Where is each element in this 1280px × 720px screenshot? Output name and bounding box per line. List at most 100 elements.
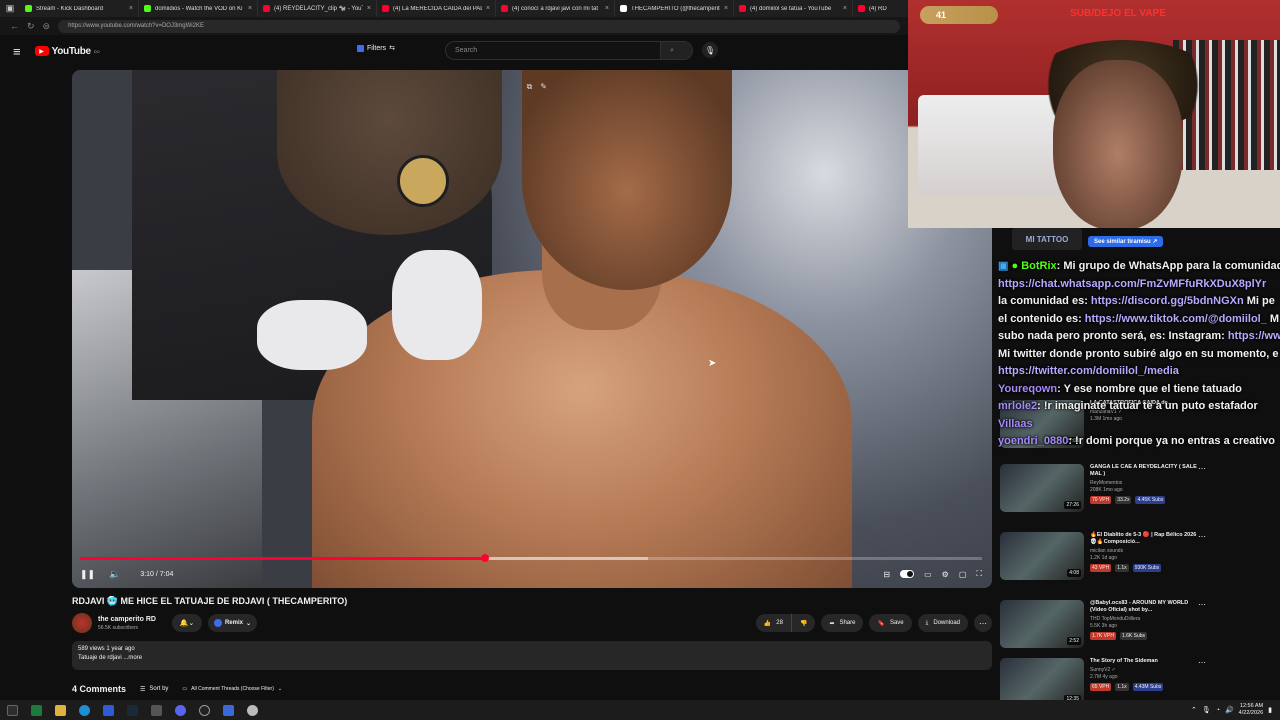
video-title[interactable]: GANGA LE CAE A REYDELACITY ( SALE MAL ) xyxy=(1090,464,1200,478)
chat-link[interactable]: https://discord.gg/5bdnNGXn xyxy=(1091,295,1244,307)
chat-username[interactable]: yoendri_0880 xyxy=(998,435,1068,447)
clock[interactable]: 12:56 AM 4/22/2026 xyxy=(1239,703,1263,717)
youtube-logo[interactable]: ▶ YouTube DO xyxy=(34,46,100,57)
chat-username[interactable]: mrlole2 xyxy=(998,400,1037,412)
video-channel[interactable]: THD TopMonduDiillera xyxy=(1090,616,1200,622)
edge-icon[interactable] xyxy=(72,700,96,720)
chat-username[interactable]: BotRix xyxy=(1021,260,1056,272)
avatar[interactable] xyxy=(72,613,92,633)
close-icon[interactable]: × xyxy=(843,5,847,12)
voice-search-button[interactable]: 🎙 xyxy=(702,42,718,58)
remix-button[interactable]: Remix ⌄ xyxy=(207,614,258,632)
chat-username[interactable]: Villaas xyxy=(998,418,1033,430)
more-icon[interactable]: ⋯ xyxy=(1198,658,1206,667)
dislike-button[interactable]: 👎 xyxy=(791,614,816,632)
autoplay-toggle[interactable] xyxy=(900,570,915,578)
microphone-icon[interactable]: 🎙 xyxy=(1202,706,1211,714)
video-channel[interactable]: SunnyV2 ✓ xyxy=(1090,667,1200,673)
chat-link[interactable]: https://ww xyxy=(1228,330,1280,342)
reload-icon[interactable]: ↻ xyxy=(27,21,35,32)
back-icon[interactable]: ← xyxy=(10,21,19,31)
search-button[interactable]: ⌕ xyxy=(660,42,692,59)
steam-icon[interactable] xyxy=(120,700,144,720)
subscribed-button[interactable]: 🔔 ⌄ xyxy=(171,614,202,632)
video-player[interactable]: ⧉ ✎ ➤ ❚❚ 🔈 3:10 / 7:04 ⊟ ▭ ⚙ ▢ ⛶ xyxy=(72,70,992,588)
chat-link[interactable]: https://www.tiktok.com/@domiilol_ xyxy=(1085,313,1267,325)
similar-tag[interactable]: See similar tiramisu ↗ xyxy=(1088,236,1164,247)
calendar-icon[interactable] xyxy=(216,700,240,720)
chat-link[interactable]: https://chat.whatsapp.com/FmZvMFfuRkXDuX… xyxy=(998,278,1266,290)
search-input[interactable]: Search xyxy=(455,47,660,54)
filters-button[interactable]: Filters ⇆ xyxy=(357,44,395,52)
stable-volume-icon[interactable]: ⊟ xyxy=(883,570,890,579)
more-icon[interactable]: ⋯ xyxy=(1198,600,1206,609)
menu-icon[interactable]: ≡ xyxy=(13,44,21,59)
more-actions-button[interactable]: ⋯ xyxy=(974,614,992,632)
close-icon[interactable]: × xyxy=(724,5,728,12)
terminal-icon[interactable] xyxy=(24,700,48,720)
chat-link[interactable]: https://twitter.com/domiilol_/media xyxy=(998,365,1179,377)
browser-tab[interactable]: (4) La MERECIDA CAIDA del PADR × xyxy=(377,0,496,17)
discord-icon[interactable] xyxy=(168,700,192,720)
settings-icon[interactable]: ⚙ xyxy=(942,570,949,579)
close-icon[interactable]: × xyxy=(367,5,371,12)
download-button[interactable]: ⤓ Download xyxy=(917,614,968,632)
browser-tab[interactable]: (4) domiilol se tatua - YouTube × xyxy=(734,0,853,17)
video-thumbnail[interactable]: 27:26 xyxy=(1000,464,1084,512)
recommended-video[interactable]: 27:26 GANGA LE CAE A REYDELACITY ( SALE … xyxy=(1000,464,1280,524)
start-icon[interactable] xyxy=(0,700,24,720)
browser-tab[interactable]: (4) REYDELACITY_clip 🐄 - YouTub × xyxy=(258,0,377,17)
share-button[interactable]: ➦ Share xyxy=(821,614,864,632)
chat-username[interactable]: Youreqown xyxy=(998,383,1057,395)
chevron-up-icon[interactable]: ⌃ xyxy=(1191,706,1197,714)
url-field[interactable]: https://www.youtube.com/watch?v=DOJ3mgWi… xyxy=(58,19,900,33)
volume-icon[interactable]: 🔈 xyxy=(109,569,120,580)
app-icon[interactable] xyxy=(96,700,120,720)
folder-icon[interactable] xyxy=(48,700,72,720)
progress-bar[interactable] xyxy=(80,554,982,562)
more-icon[interactable]: ⋯ xyxy=(1198,532,1206,541)
video-title[interactable]: 🔥El Diablito de 5-3 🔴 | Rap Bélico 2026 … xyxy=(1090,532,1200,546)
theater-icon[interactable]: ▢ xyxy=(959,570,967,579)
channel-name[interactable]: the camperito RD xyxy=(98,616,156,623)
recommended-video[interactable]: 2:52 @Babyl.ocs83 - AROUND MY WORLD (Vid… xyxy=(1000,600,1280,660)
video-channel[interactable]: micilan sounds xyxy=(1090,548,1200,554)
video-thumbnail[interactable]: 2:52 xyxy=(1000,600,1084,648)
edit-icon[interactable]: ✎ xyxy=(540,82,547,92)
tool-icon[interactable] xyxy=(144,700,168,720)
sort-button[interactable]: ☰ Sort by xyxy=(140,686,168,693)
close-icon[interactable]: × xyxy=(605,5,609,12)
pause-icon[interactable]: ❚❚ xyxy=(80,569,95,580)
notification-icon[interactable]: ▮ xyxy=(1268,706,1272,714)
video-thumbnail[interactable]: 4:08 xyxy=(1000,532,1084,580)
close-icon[interactable]: × xyxy=(486,5,490,12)
obs-icon[interactable] xyxy=(192,700,216,720)
wifi-icon[interactable]: ◔ xyxy=(1216,707,1220,714)
video-title[interactable]: @Babyl.ocs83 - AROUND MY WORLD (Video Of… xyxy=(1090,600,1200,614)
window-icon[interactable]: ▣ xyxy=(0,0,20,17)
site-info-icon[interactable]: ⊜ xyxy=(43,21,51,32)
recommended-video[interactable]: 12:35 The Story of The Sideman SunnyV2 ✓… xyxy=(1000,658,1280,700)
video-channel[interactable]: ReyMomentos xyxy=(1090,480,1200,486)
browser-tab[interactable]: domiidios - Watch the VOD on Ki × xyxy=(139,0,258,17)
browser-tab[interactable]: THECAMPERITO (@thecamperito × xyxy=(615,0,734,17)
video-thumbnail[interactable]: 12:35 xyxy=(1000,658,1084,700)
chat-app-icon[interactable] xyxy=(240,700,264,720)
more-icon[interactable]: ⋯ xyxy=(1198,464,1206,473)
recommended-video[interactable]: 4:08 🔥El Diablito de 5-3 🔴 | Rap Bélico … xyxy=(1000,532,1280,592)
speaker-icon[interactable]: 🔊 xyxy=(1225,706,1234,714)
scrubber-handle[interactable] xyxy=(480,554,489,562)
fullscreen-icon[interactable]: ⛶ xyxy=(976,569,982,579)
comment-filter-dropdown[interactable]: ▭ All Comment Threads (Choose Filter) ⌄ xyxy=(182,686,282,692)
like-button[interactable]: 👍 28 xyxy=(755,614,792,632)
miniplayer-icon[interactable]: ⧉ xyxy=(527,82,533,92)
browser-tab[interactable]: Stream - Kick Dashboard × xyxy=(20,0,139,17)
search-box[interactable]: Search ⌕ xyxy=(445,41,693,60)
close-icon[interactable]: × xyxy=(129,5,133,12)
captions-icon[interactable]: ▭ xyxy=(924,570,932,579)
description-box[interactable]: 589 views 1 year ago Tatuaje de rdjavi .… xyxy=(72,641,992,670)
video-title[interactable]: The Story of The Sideman xyxy=(1090,658,1200,665)
browser-tab[interactable]: (4) conocí a rdjavi javi con mi tat × xyxy=(496,0,615,17)
close-icon[interactable]: × xyxy=(248,5,252,12)
save-button[interactable]: 🔖 Save xyxy=(869,614,912,632)
